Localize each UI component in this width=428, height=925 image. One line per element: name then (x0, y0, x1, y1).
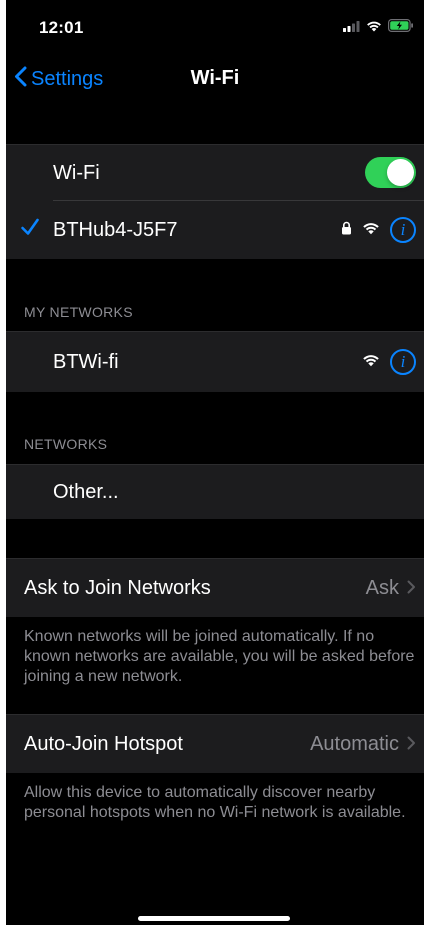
connected-network-name: BTHub4-J5F7 (53, 218, 178, 241)
wifi-toggle-label: Wi-Fi (53, 161, 100, 184)
wifi-status-icon (366, 19, 382, 37)
networks-group: Other... (6, 464, 424, 519)
cellular-signal-icon (343, 19, 360, 37)
wifi-signal-icon (362, 221, 380, 240)
toggle-knob (387, 159, 414, 186)
auto-join-hotspot-label: Auto-Join Hotspot (24, 732, 183, 755)
wifi-toggle-switch[interactable] (365, 157, 416, 188)
auto-join-accessories: Automatic (310, 715, 416, 773)
home-indicator[interactable] (138, 916, 290, 921)
auto-join-group: Auto-Join Hotspot Automatic (6, 714, 424, 773)
ask-to-join-footnote: Known networks will be joined automatica… (24, 628, 415, 685)
ask-to-join-row[interactable]: Ask to Join Networks Ask (6, 559, 424, 617)
ask-to-join-group: Ask to Join Networks Ask (6, 558, 424, 617)
status-bar: 12:01 (6, 0, 424, 50)
ask-to-join-value: Ask (365, 576, 399, 599)
battery-charging-icon (388, 19, 414, 37)
wifi-toggle-row: Wi-Fi (6, 145, 424, 201)
page-title: Wi-Fi (190, 67, 240, 89)
info-button[interactable]: i (390, 349, 416, 375)
checkmark-icon (20, 217, 40, 242)
ask-to-join-accessories: Ask (366, 559, 416, 617)
network-accessories: i (362, 332, 416, 392)
other-network-label: Other... (53, 480, 119, 503)
connected-network-row[interactable]: BTHub4-J5F7 i (6, 201, 424, 259)
connected-network-accessories: i (341, 201, 416, 259)
chevron-right-icon (407, 578, 416, 599)
phone-screen: 12:01 Settings Wi-Fi Wi-Fi BTHub4-J5F7 i… (6, 0, 424, 925)
lock-icon (341, 221, 352, 240)
status-icons (343, 19, 414, 37)
network-row-btwifi[interactable]: BTWi-fi i (6, 332, 424, 392)
wifi-signal-icon (362, 353, 380, 372)
auto-join-footnote: Allow this device to automatically disco… (24, 784, 406, 821)
network-name: BTWi-fi (53, 350, 119, 373)
wifi-group: Wi-Fi BTHub4-J5F7 i (6, 144, 424, 259)
navigation-bar: Settings Wi-Fi (6, 50, 424, 105)
networks-header: NETWORKS (24, 436, 108, 452)
auto-join-hotspot-row[interactable]: Auto-Join Hotspot Automatic (6, 715, 424, 773)
other-network-row[interactable]: Other... (6, 465, 424, 519)
status-time: 12:01 (39, 18, 84, 37)
ask-to-join-label: Ask to Join Networks (24, 576, 211, 599)
info-button[interactable]: i (390, 217, 416, 243)
my-networks-group: BTWi-fi i (6, 331, 424, 392)
my-networks-header: MY NETWORKS (24, 304, 133, 320)
chevron-right-icon (407, 734, 416, 755)
auto-join-hotspot-value: Automatic (310, 732, 399, 755)
